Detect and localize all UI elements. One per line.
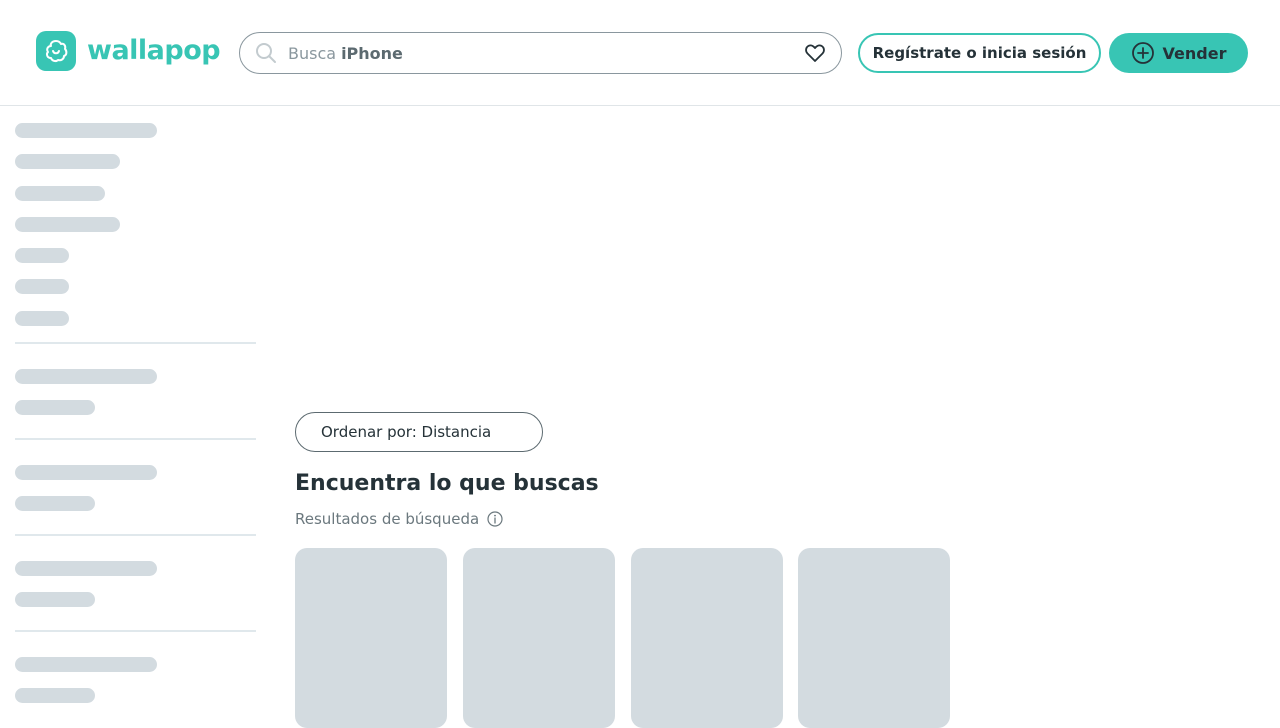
search-hint: Busca <box>288 43 337 63</box>
top-header: wallapop Busca iPhone Regístrate o inicia… <box>0 0 1280 106</box>
product-card-skeleton <box>295 548 447 728</box>
sidebar-divider <box>15 534 256 536</box>
skeleton-line <box>15 154 120 169</box>
plus-circle-icon <box>1131 42 1154 64</box>
wallapop-logo-icon <box>36 31 76 71</box>
login-register-button[interactable]: Regístrate o inicia sesión <box>858 33 1101 73</box>
results-subtitle-text: Resultados de búsqueda <box>295 510 480 528</box>
results-subtitle: Resultados de búsqueda <box>295 510 503 528</box>
heart-icon[interactable] <box>803 41 827 65</box>
search-suggestion: iPhone <box>341 43 403 63</box>
sidebar-divider <box>15 342 256 344</box>
sell-button-label: Vender <box>1162 43 1227 63</box>
results-title: Encuentra lo que buscas <box>295 471 599 496</box>
skeleton-line <box>15 369 157 384</box>
product-card-skeleton <box>463 548 615 728</box>
filters-sidebar-skeleton <box>15 106 257 720</box>
skeleton-line <box>15 657 157 672</box>
skeleton-line <box>15 561 157 576</box>
skeleton-line <box>15 688 95 703</box>
skeleton-line <box>15 400 95 415</box>
search-input[interactable]: Busca iPhone <box>239 32 842 74</box>
sell-button[interactable]: Vender <box>1109 33 1248 73</box>
sort-dropdown-button[interactable]: Ordenar por: Distancia <box>295 412 543 452</box>
skeleton-line <box>15 217 120 232</box>
skeleton-line <box>15 186 105 201</box>
search-placeholder: Busca iPhone <box>288 44 803 63</box>
sidebar-divider <box>15 438 256 440</box>
skeleton-line <box>15 123 157 138</box>
product-card-skeleton <box>631 548 783 728</box>
skeleton-line <box>15 465 157 480</box>
info-icon[interactable] <box>487 511 503 527</box>
skeleton-line <box>15 279 69 294</box>
skeleton-line <box>15 496 95 511</box>
sidebar-divider <box>15 630 256 632</box>
product-card-skeleton <box>798 548 950 728</box>
skeleton-line <box>15 248 69 263</box>
skeleton-line <box>15 592 95 607</box>
skeleton-line <box>15 311 69 326</box>
search-icon <box>256 43 276 63</box>
wallapop-logo[interactable]: wallapop <box>36 31 221 71</box>
logo-wordmark: wallapop <box>87 35 221 66</box>
